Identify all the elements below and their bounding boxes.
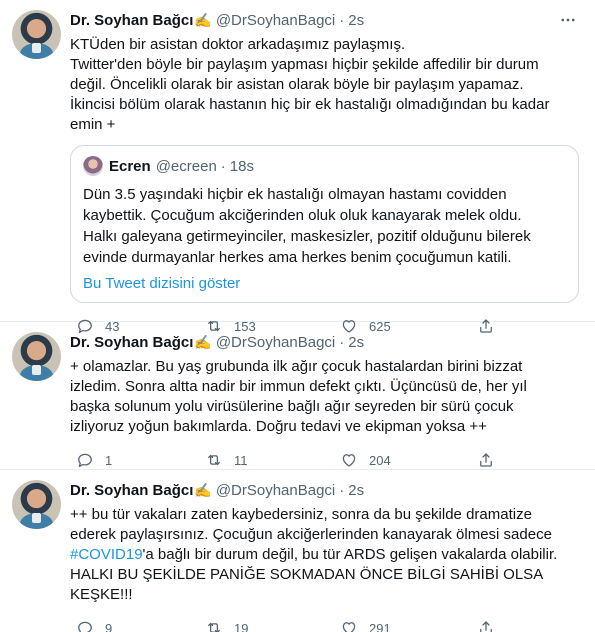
tweet-text-line: KEŞKE!!! xyxy=(70,586,133,603)
quoted-text-line: Halkı galeyana getirmeyinciler, maskesiz… xyxy=(83,228,531,245)
separator-dot: · xyxy=(339,333,345,351)
quoted-tweet-header: Ecren @ecreen · 18s xyxy=(83,156,566,176)
tweet-text-line: KTÜden bir asistan doktor arkadaşımız pa… xyxy=(70,36,406,53)
tweet-text-line: emin + xyxy=(70,116,116,133)
tweet-text: ++ bu tür vakaları zaten kaybedersiniz, … xyxy=(70,505,579,605)
avatar-column xyxy=(12,480,70,632)
avatar[interactable] xyxy=(12,332,61,381)
reply-icon xyxy=(78,621,92,632)
tweet-text-line: #COVID19'a bağlı bir durum değil, bu tür… xyxy=(70,545,579,565)
separator-dot: · xyxy=(220,157,226,175)
tweet-text-line: İkincisi bölüm olarak hastanın hiç bir e… xyxy=(70,96,550,113)
tweet-text-line: değil. Öncelikli olarak bir asistan olar… xyxy=(70,76,524,93)
writing-hand-icon: ✍ xyxy=(194,481,212,498)
reply-button[interactable]: 9 xyxy=(70,619,205,632)
tweet-text: KTÜden bir asistan doktor arkadaşımız pa… xyxy=(70,35,579,135)
avatar[interactable] xyxy=(12,10,61,59)
quoted-text-line: evinde durmayanlar herkes ama herkes ben… xyxy=(83,249,512,266)
writing-hand-icon: ✍ xyxy=(194,11,212,28)
separator-dot: · xyxy=(339,481,345,499)
tweet-text-line: HALKI BU ŞEKİLDE PANİĞE SOKMADAN ÖNCE Bİ… xyxy=(70,566,544,583)
tweet-header: Dr. Soyhan Bağcı ✍ @DrSoyhanBagci · 2s xyxy=(70,332,579,352)
tweet-text-line: başka solunum yolu virüsülerine bağlı ağ… xyxy=(70,398,514,415)
author-name[interactable]: Dr. Soyhan Bağcı xyxy=(70,334,193,351)
author-handle[interactable]: @DrSoyhanBagci xyxy=(216,334,335,351)
tweet-text-line: + olamazlar. Bu yaş grubunda ilk ağır ço… xyxy=(70,358,523,375)
tweet-text: + olamazlar. Bu yaş grubunda ilk ağır ço… xyxy=(70,357,579,437)
author-name[interactable]: Dr. Soyhan Bağcı xyxy=(70,482,193,499)
avatar-column xyxy=(12,332,70,469)
tweet-3[interactable]: Dr. Soyhan Bağcı ✍ @DrSoyhanBagci · 2s +… xyxy=(0,470,595,632)
reply-icon xyxy=(78,453,92,468)
tweet-text-segment: 'a bağlı bir durum değil, bu tür ARDS ge… xyxy=(142,546,558,563)
tweet-body: Dr. Soyhan Bağcı ✍ @DrSoyhanBagci · 2s +… xyxy=(70,480,579,632)
retweet-count: 19 xyxy=(234,620,249,632)
quoted-text-line: Dün 3.5 yaşındaki hiçbir ek hastalığı ol… xyxy=(83,186,507,203)
author-name[interactable]: Dr. Soyhan Bağcı xyxy=(70,12,193,29)
retweet-icon xyxy=(208,454,220,466)
heart-icon xyxy=(342,622,356,632)
retweet-button[interactable]: 11 xyxy=(205,451,340,469)
hashtag-link[interactable]: #COVID19 xyxy=(70,546,143,563)
timestamp[interactable]: 2s xyxy=(348,482,364,499)
reply-count: 1 xyxy=(105,452,113,468)
like-count: 204 xyxy=(369,452,391,468)
quoted-avatar xyxy=(83,156,103,176)
tweet-text-line: izliyoruz yoğun bakımlarda. Doğru tedavi… xyxy=(70,418,487,435)
quoted-timestamp: 18s xyxy=(229,157,254,175)
timestamp[interactable]: 2s xyxy=(348,334,364,351)
tweet-1[interactable]: Dr. Soyhan Bağcı ✍ @DrSoyhanBagci · 2s K… xyxy=(0,0,595,334)
like-count: 291 xyxy=(369,620,391,632)
separator-dot: · xyxy=(339,11,345,29)
quoted-author-name: Ecren xyxy=(109,157,151,175)
retweet-count: 11 xyxy=(234,452,248,468)
avatar-column xyxy=(12,10,70,321)
quoted-tweet-text: Dün 3.5 yaşındaki hiçbir ek hastalığı ol… xyxy=(83,184,566,268)
timestamp[interactable]: 2s xyxy=(348,12,364,29)
tweet-body: Dr. Soyhan Bağcı ✍ @DrSoyhanBagci · 2s K… xyxy=(70,10,579,334)
avatar[interactable] xyxy=(12,480,61,529)
retweet-icon xyxy=(208,622,220,632)
quoted-tweet[interactable]: Ecren @ecreen · 18s Dün 3.5 yaşındaki hi… xyxy=(70,145,579,303)
tweet-text-line: ederek paylaşırsınız. Çocuğun akciğerler… xyxy=(70,526,552,543)
like-button[interactable]: 291 xyxy=(340,619,477,632)
retweet-button[interactable]: 19 xyxy=(205,619,340,632)
tweet-2[interactable]: Dr. Soyhan Bağcı ✍ @DrSoyhanBagci · 2s +… xyxy=(0,322,595,470)
tweet-header: Dr. Soyhan Bağcı ✍ @DrSoyhanBagci · 2s xyxy=(70,10,579,30)
quoted-author-handle: @ecreen xyxy=(155,157,217,175)
heart-icon xyxy=(342,454,356,467)
share-button[interactable] xyxy=(477,451,495,469)
tweet-text-line: izledim. Sonra altta nadir bir immun def… xyxy=(70,378,527,395)
show-thread-link[interactable]: Bu Tweet dizisini göster xyxy=(83,274,566,294)
tweet-text-line: Twitter'den böyle bir paylaşım yapması h… xyxy=(70,56,539,73)
more-icon[interactable] xyxy=(557,11,579,29)
writing-hand-icon: ✍ xyxy=(194,333,212,350)
author-handle[interactable]: @DrSoyhanBagci xyxy=(216,12,335,29)
share-icon xyxy=(480,453,492,467)
tweet-header: Dr. Soyhan Bağcı ✍ @DrSoyhanBagci · 2s xyxy=(70,480,579,500)
action-bar: 9 19 291 xyxy=(70,609,579,632)
tweet-text-line: ++ bu tür vakaları zaten kaybedersiniz, … xyxy=(70,506,532,523)
reply-count: 9 xyxy=(105,620,113,632)
share-button[interactable] xyxy=(477,619,495,632)
like-button[interactable]: 204 xyxy=(340,451,477,469)
share-icon xyxy=(480,621,492,632)
tweet-body: Dr. Soyhan Bağcı ✍ @DrSoyhanBagci · 2s +… xyxy=(70,332,579,469)
reply-button[interactable]: 1 xyxy=(70,451,205,469)
quoted-text-line: kaybettik. Çocuğum akciğerinden oluk olu… xyxy=(83,207,522,224)
author-handle[interactable]: @DrSoyhanBagci xyxy=(216,482,335,499)
